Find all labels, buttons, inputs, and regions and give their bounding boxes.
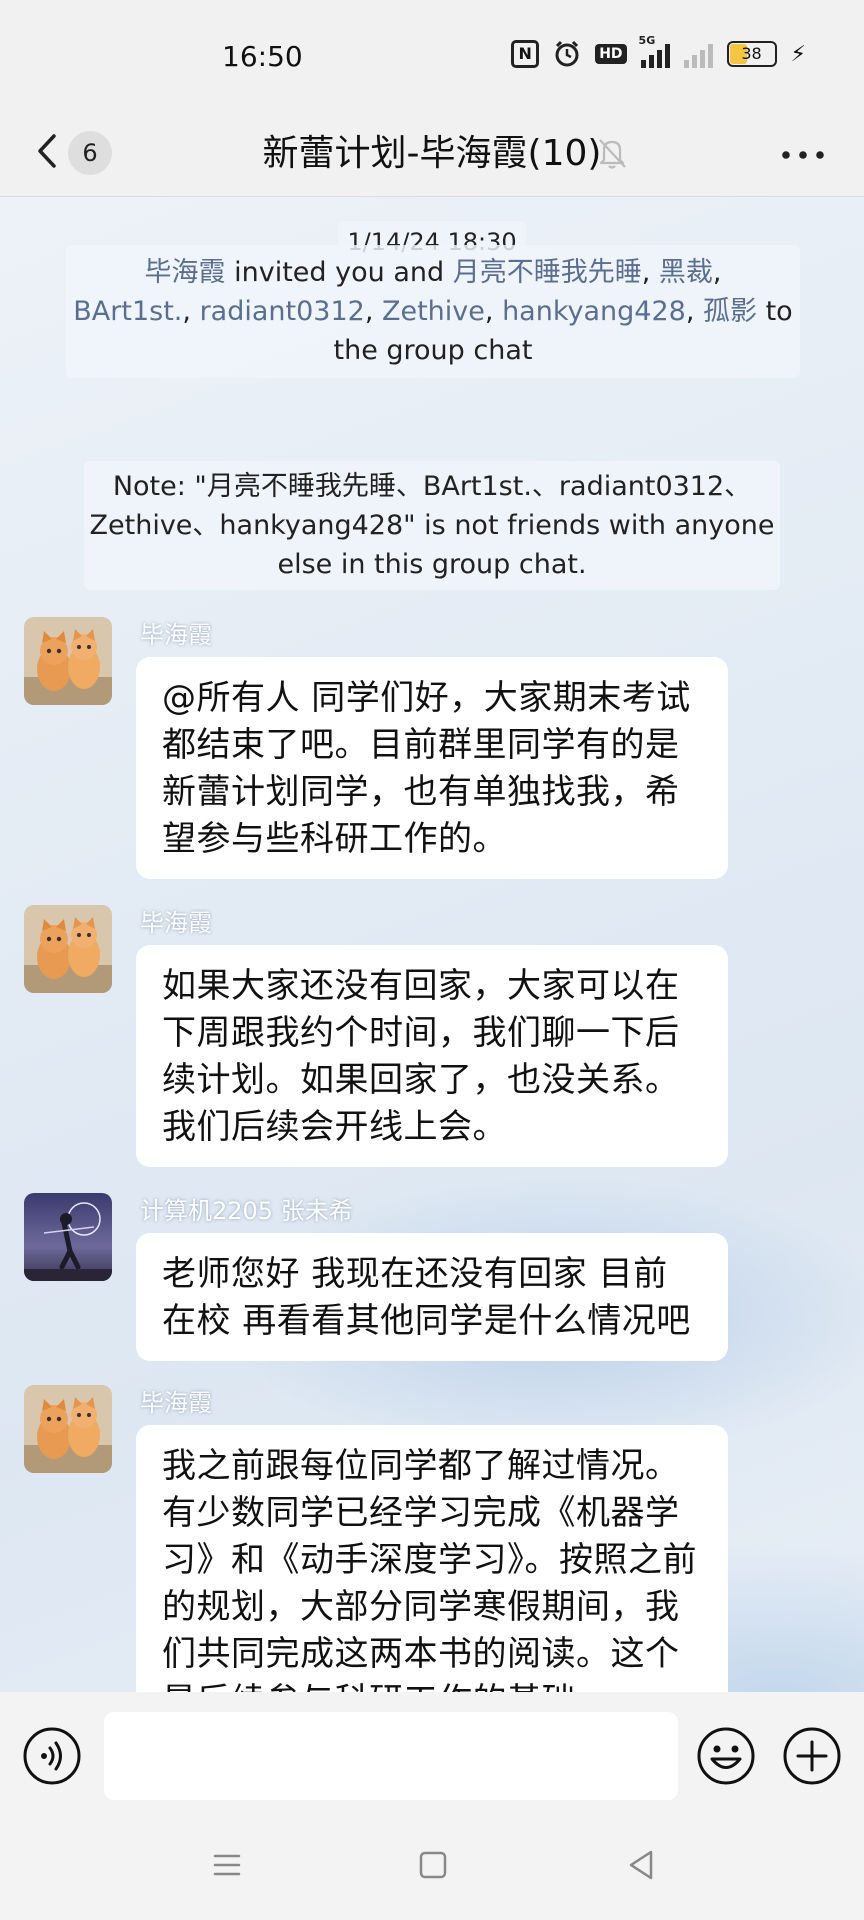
user-link[interactable]: 孤影 <box>703 296 757 327</box>
voice-input-icon[interactable] <box>22 1726 82 1786</box>
message-bubble[interactable]: 如果大家还没有回家，大家可以在下周跟我约个时间，我们聊一下后续计划。如果回家了，… <box>136 945 728 1167</box>
page-title: 新蕾计划-毕海霞(10) <box>262 133 602 174</box>
chat-area[interactable]: 1/14/24 18:30 毕海霞 invited you and 月亮不睡我先… <box>0 197 864 1692</box>
add-attachment-icon[interactable] <box>782 1726 842 1786</box>
status-icons: N HD 5G 38 ⚡ <box>511 34 806 68</box>
avatar-anime-figure[interactable] <box>24 1193 112 1281</box>
system-invite-message: 毕海霞 invited you and 月亮不睡我先睡, 黑裁, BArt1st.… <box>66 245 800 378</box>
avatar-kittens[interactable] <box>24 617 112 705</box>
avatar-kittens[interactable] <box>24 1385 112 1473</box>
user-link[interactable]: 月亮不睡我先睡 <box>453 257 642 288</box>
message-bubble[interactable]: 我之前跟每位同学都了解过情况。有少数同学已经学习完成《机器学习》和《动手深度学习… <box>136 1425 728 1692</box>
battery-icon: 38 <box>726 41 777 67</box>
user-link[interactable]: 毕海霞 <box>145 257 226 288</box>
emoji-icon[interactable] <box>696 1726 756 1786</box>
back-nav-icon[interactable] <box>626 1848 656 1882</box>
hd-icon: HD <box>595 44 627 64</box>
home-nav-icon[interactable] <box>418 1850 448 1880</box>
user-link[interactable]: hankyang428 <box>502 296 686 327</box>
input-bar <box>0 1692 864 1820</box>
message-bubble[interactable]: @所有人 同学们好，大家期末考试都结束了吧。目前群里同学有的是新蕾计划同学，也有… <box>136 657 728 879</box>
user-link[interactable]: 黑裁 <box>659 257 713 288</box>
status-bar: 16:50 N HD 5G 38 ⚡ <box>0 0 864 110</box>
message-bubble[interactable]: 老师您好 我现在还没有回家 目前在校 再看看其他同学是什么情况吧 <box>136 1233 728 1361</box>
sender-name: 毕海霞 <box>140 621 212 649</box>
mute-bell-icon <box>599 139 626 169</box>
signal-secondary-icon <box>683 40 713 68</box>
signal-5g-icon: 5G <box>639 34 670 68</box>
charging-icon: ⚡ <box>790 41 806 67</box>
system-note-message: Note: "月亮不睡我先睡、BArt1st.、radiant0312、Zeth… <box>84 461 780 590</box>
more-options-icon[interactable] <box>778 140 828 170</box>
alarm-icon <box>555 40 579 67</box>
message-input[interactable] <box>104 1712 678 1800</box>
menu-nav-icon[interactable] <box>212 1850 242 1880</box>
avatar-kittens[interactable] <box>24 905 112 993</box>
status-time: 16:50 <box>222 40 303 73</box>
nfc-icon: N <box>511 40 540 68</box>
sender-name: 计算机2205 张未希 <box>140 1197 353 1225</box>
user-link[interactable]: BArt1st. <box>73 296 182 327</box>
sender-name: 毕海霞 <box>140 909 212 937</box>
chat-header: 6 新蕾计划-毕海霞(10) <box>0 110 864 197</box>
system-nav-bar <box>0 1820 864 1920</box>
user-link[interactable]: radiant0312 <box>200 296 365 327</box>
sender-name: 毕海霞 <box>140 1389 212 1417</box>
user-link[interactable]: Zethive <box>382 296 485 327</box>
